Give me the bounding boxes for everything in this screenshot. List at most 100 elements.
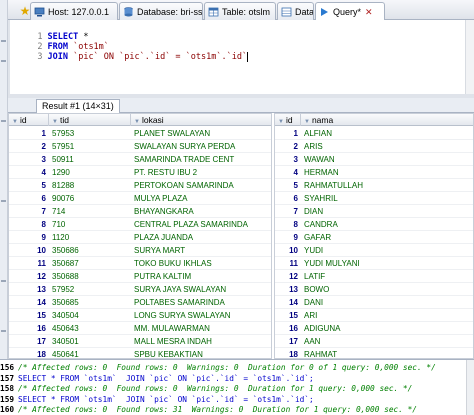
tab-database[interactable]: Database: bri-ssi — [119, 2, 203, 20]
cell-nama[interactable]: YUDI MULYANI — [301, 257, 473, 270]
table-row[interactable]: 3 WAWAN — [275, 153, 473, 166]
cell-id[interactable]: 18 — [275, 348, 301, 358]
cell-id[interactable]: 15 — [275, 309, 301, 322]
cell-lokasi[interactable]: MM. MULAWARMAN — [131, 322, 271, 335]
table-row[interactable]: 15 340504 LONG SURYA SWALAYAN — [9, 309, 271, 322]
cell-id[interactable]: 6 — [9, 192, 49, 205]
cell-lokasi[interactable]: SURYA MART — [131, 244, 271, 257]
cell-lokasi[interactable]: SAMARINDA TRADE CENT — [131, 153, 271, 166]
cell-id[interactable]: 18 — [9, 348, 49, 358]
cell-id[interactable]: 5 — [275, 179, 301, 192]
table-row[interactable]: 7 714 BHAYANGKARA — [9, 205, 271, 218]
cell-tid[interactable]: 1290 — [49, 166, 131, 179]
cell-lokasi[interactable]: PLAZA JUANDA — [131, 231, 271, 244]
cell-nama[interactable]: CANDRA — [301, 218, 473, 231]
cell-tid[interactable]: 50911 — [49, 153, 131, 166]
cell-tid[interactable]: 710 — [49, 218, 131, 231]
cell-nama[interactable]: GAFAR — [301, 231, 473, 244]
cell-nama[interactable]: LATIF — [301, 270, 473, 283]
cell-id[interactable]: 9 — [9, 231, 49, 244]
table-row[interactable]: 13 57952 SURYA JAYA SWALAYAN — [9, 283, 271, 296]
cell-lokasi[interactable]: SPBU KEBAKTIAN — [131, 348, 271, 358]
cell-nama[interactable]: BOWO — [301, 283, 473, 296]
cell-id[interactable]: 14 — [9, 296, 49, 309]
log-scrollbar[interactable] — [466, 360, 474, 415]
table-row[interactable]: 16 ADIGUNA — [275, 322, 473, 335]
cell-tid[interactable]: 450641 — [49, 348, 131, 358]
cell-id[interactable]: 16 — [9, 322, 49, 335]
table-row[interactable]: 13 BOWO — [275, 283, 473, 296]
table-row[interactable]: 6 90076 MULYA PLAZA — [9, 192, 271, 205]
cell-tid[interactable]: 350686 — [49, 244, 131, 257]
table-row[interactable]: 6 SYAHRIL — [275, 192, 473, 205]
table-row[interactable]: 4 HERMAN — [275, 166, 473, 179]
editor-scrollbar[interactable] — [465, 20, 474, 94]
cell-id[interactable]: 6 — [275, 192, 301, 205]
table-row[interactable]: 16 450643 MM. MULAWARMAN — [9, 322, 271, 335]
cell-nama[interactable]: ADIGUNA — [301, 322, 473, 335]
cell-lokasi[interactable]: MULYA PLAZA — [131, 192, 271, 205]
table-row[interactable]: 9 1120 PLAZA JUANDA — [9, 231, 271, 244]
column-header-id[interactable]: ▼ id — [9, 114, 49, 126]
table-row[interactable]: 2 57951 SWALAYAN SURYA PERDA — [9, 140, 271, 153]
cell-nama[interactable]: HERMAN — [301, 166, 473, 179]
cell-id[interactable]: 7 — [275, 205, 301, 218]
table-row[interactable]: 11 YUDI MULYANI — [275, 257, 473, 270]
table-row[interactable]: 2 ARIS — [275, 140, 473, 153]
cell-lokasi[interactable]: SURYA JAYA SWALAYAN — [131, 283, 271, 296]
cell-nama[interactable]: YUDI — [301, 244, 473, 257]
cell-lokasi[interactable]: PT. RESTU IBU 2 — [131, 166, 271, 179]
cell-nama[interactable]: DANI — [301, 296, 473, 309]
column-header-id[interactable]: ▼ id — [275, 114, 301, 126]
cell-id[interactable]: 7 — [9, 205, 49, 218]
table-row[interactable]: 7 DIAN — [275, 205, 473, 218]
cell-lokasi[interactable]: POLTABES SAMARINDA — [131, 296, 271, 309]
cell-tid[interactable]: 1120 — [49, 231, 131, 244]
table-row[interactable]: 8 CANDRA — [275, 218, 473, 231]
cell-id[interactable]: 12 — [275, 270, 301, 283]
table-row[interactable]: 10 YUDI — [275, 244, 473, 257]
table-row[interactable]: 18 450641 SPBU KEBAKTIAN — [9, 348, 271, 358]
table-row[interactable]: 12 350688 PUTRA KALTIM — [9, 270, 271, 283]
cell-id[interactable]: 17 — [9, 335, 49, 348]
table-row[interactable]: 8 710 CENTRAL PLAZA SAMARINDA — [9, 218, 271, 231]
cell-tid[interactable]: 350685 — [49, 296, 131, 309]
close-tab-icon[interactable]: ✕ — [365, 7, 373, 18]
cell-lokasi[interactable]: PUTRA KALTIM — [131, 270, 271, 283]
cell-tid[interactable]: 350688 — [49, 270, 131, 283]
tab-query[interactable]: Query* ✕ — [315, 2, 385, 21]
result-grid-pic[interactable]: ▼ id ▼ nama 1 ALFIAN 2 ARIS 3 WAWAN 4 HERMAN 5 RAHM… — [274, 113, 474, 359]
table-row[interactable]: 12 LATIF — [275, 270, 473, 283]
cell-id[interactable]: 9 — [275, 231, 301, 244]
query-log[interactable]: 156/* Affected rows: 0 Found rows: 0 War… — [0, 359, 474, 415]
cell-lokasi[interactable]: SWALAYAN SURYA PERDA — [131, 140, 271, 153]
cell-lokasi[interactable]: PLANET SWALAYAN — [131, 127, 271, 140]
cell-nama[interactable]: SYAHRIL — [301, 192, 473, 205]
cell-id[interactable]: 1 — [9, 127, 49, 140]
cell-id[interactable]: 11 — [275, 257, 301, 270]
tab-data[interactable]: Data — [277, 2, 314, 20]
table-row[interactable]: 1 ALFIAN — [275, 127, 473, 140]
cell-lokasi[interactable]: LONG SURYA SWALAYAN — [131, 309, 271, 322]
table-row[interactable]: 11 350687 TOKO BUKU IKHLAS — [9, 257, 271, 270]
cell-lokasi[interactable]: CENTRAL PLAZA SAMARINDA — [131, 218, 271, 231]
cell-id[interactable]: 1 — [275, 127, 301, 140]
cell-nama[interactable]: RAHMATULLAH — [301, 179, 473, 192]
cell-tid[interactable]: 340501 — [49, 335, 131, 348]
tab-result-1[interactable]: Result #1 (14×31) — [36, 99, 120, 113]
cell-id[interactable]: 13 — [275, 283, 301, 296]
cell-id[interactable]: 4 — [9, 166, 49, 179]
cell-id[interactable]: 14 — [275, 296, 301, 309]
table-row[interactable]: 18 RAHMAT — [275, 348, 473, 358]
cell-id[interactable]: 2 — [275, 140, 301, 153]
tab-host[interactable]: Host: 127.0.0.1 — [30, 2, 118, 20]
table-row[interactable]: 15 ARI — [275, 309, 473, 322]
result-grid-ots1m[interactable]: ▼ id ▼ tid ▼ lokasi 1 57953 PLANET SWALAYAN 2 5… — [8, 113, 272, 359]
table-row[interactable]: 17 340501 MALL MESRA INDAH — [9, 335, 271, 348]
cell-tid[interactable]: 450643 — [49, 322, 131, 335]
cell-id[interactable]: 3 — [9, 153, 49, 166]
cell-nama[interactable]: DIAN — [301, 205, 473, 218]
cell-id[interactable]: 3 — [275, 153, 301, 166]
tab-table[interactable]: Table: otslm — [204, 2, 276, 20]
cell-id[interactable]: 8 — [275, 218, 301, 231]
